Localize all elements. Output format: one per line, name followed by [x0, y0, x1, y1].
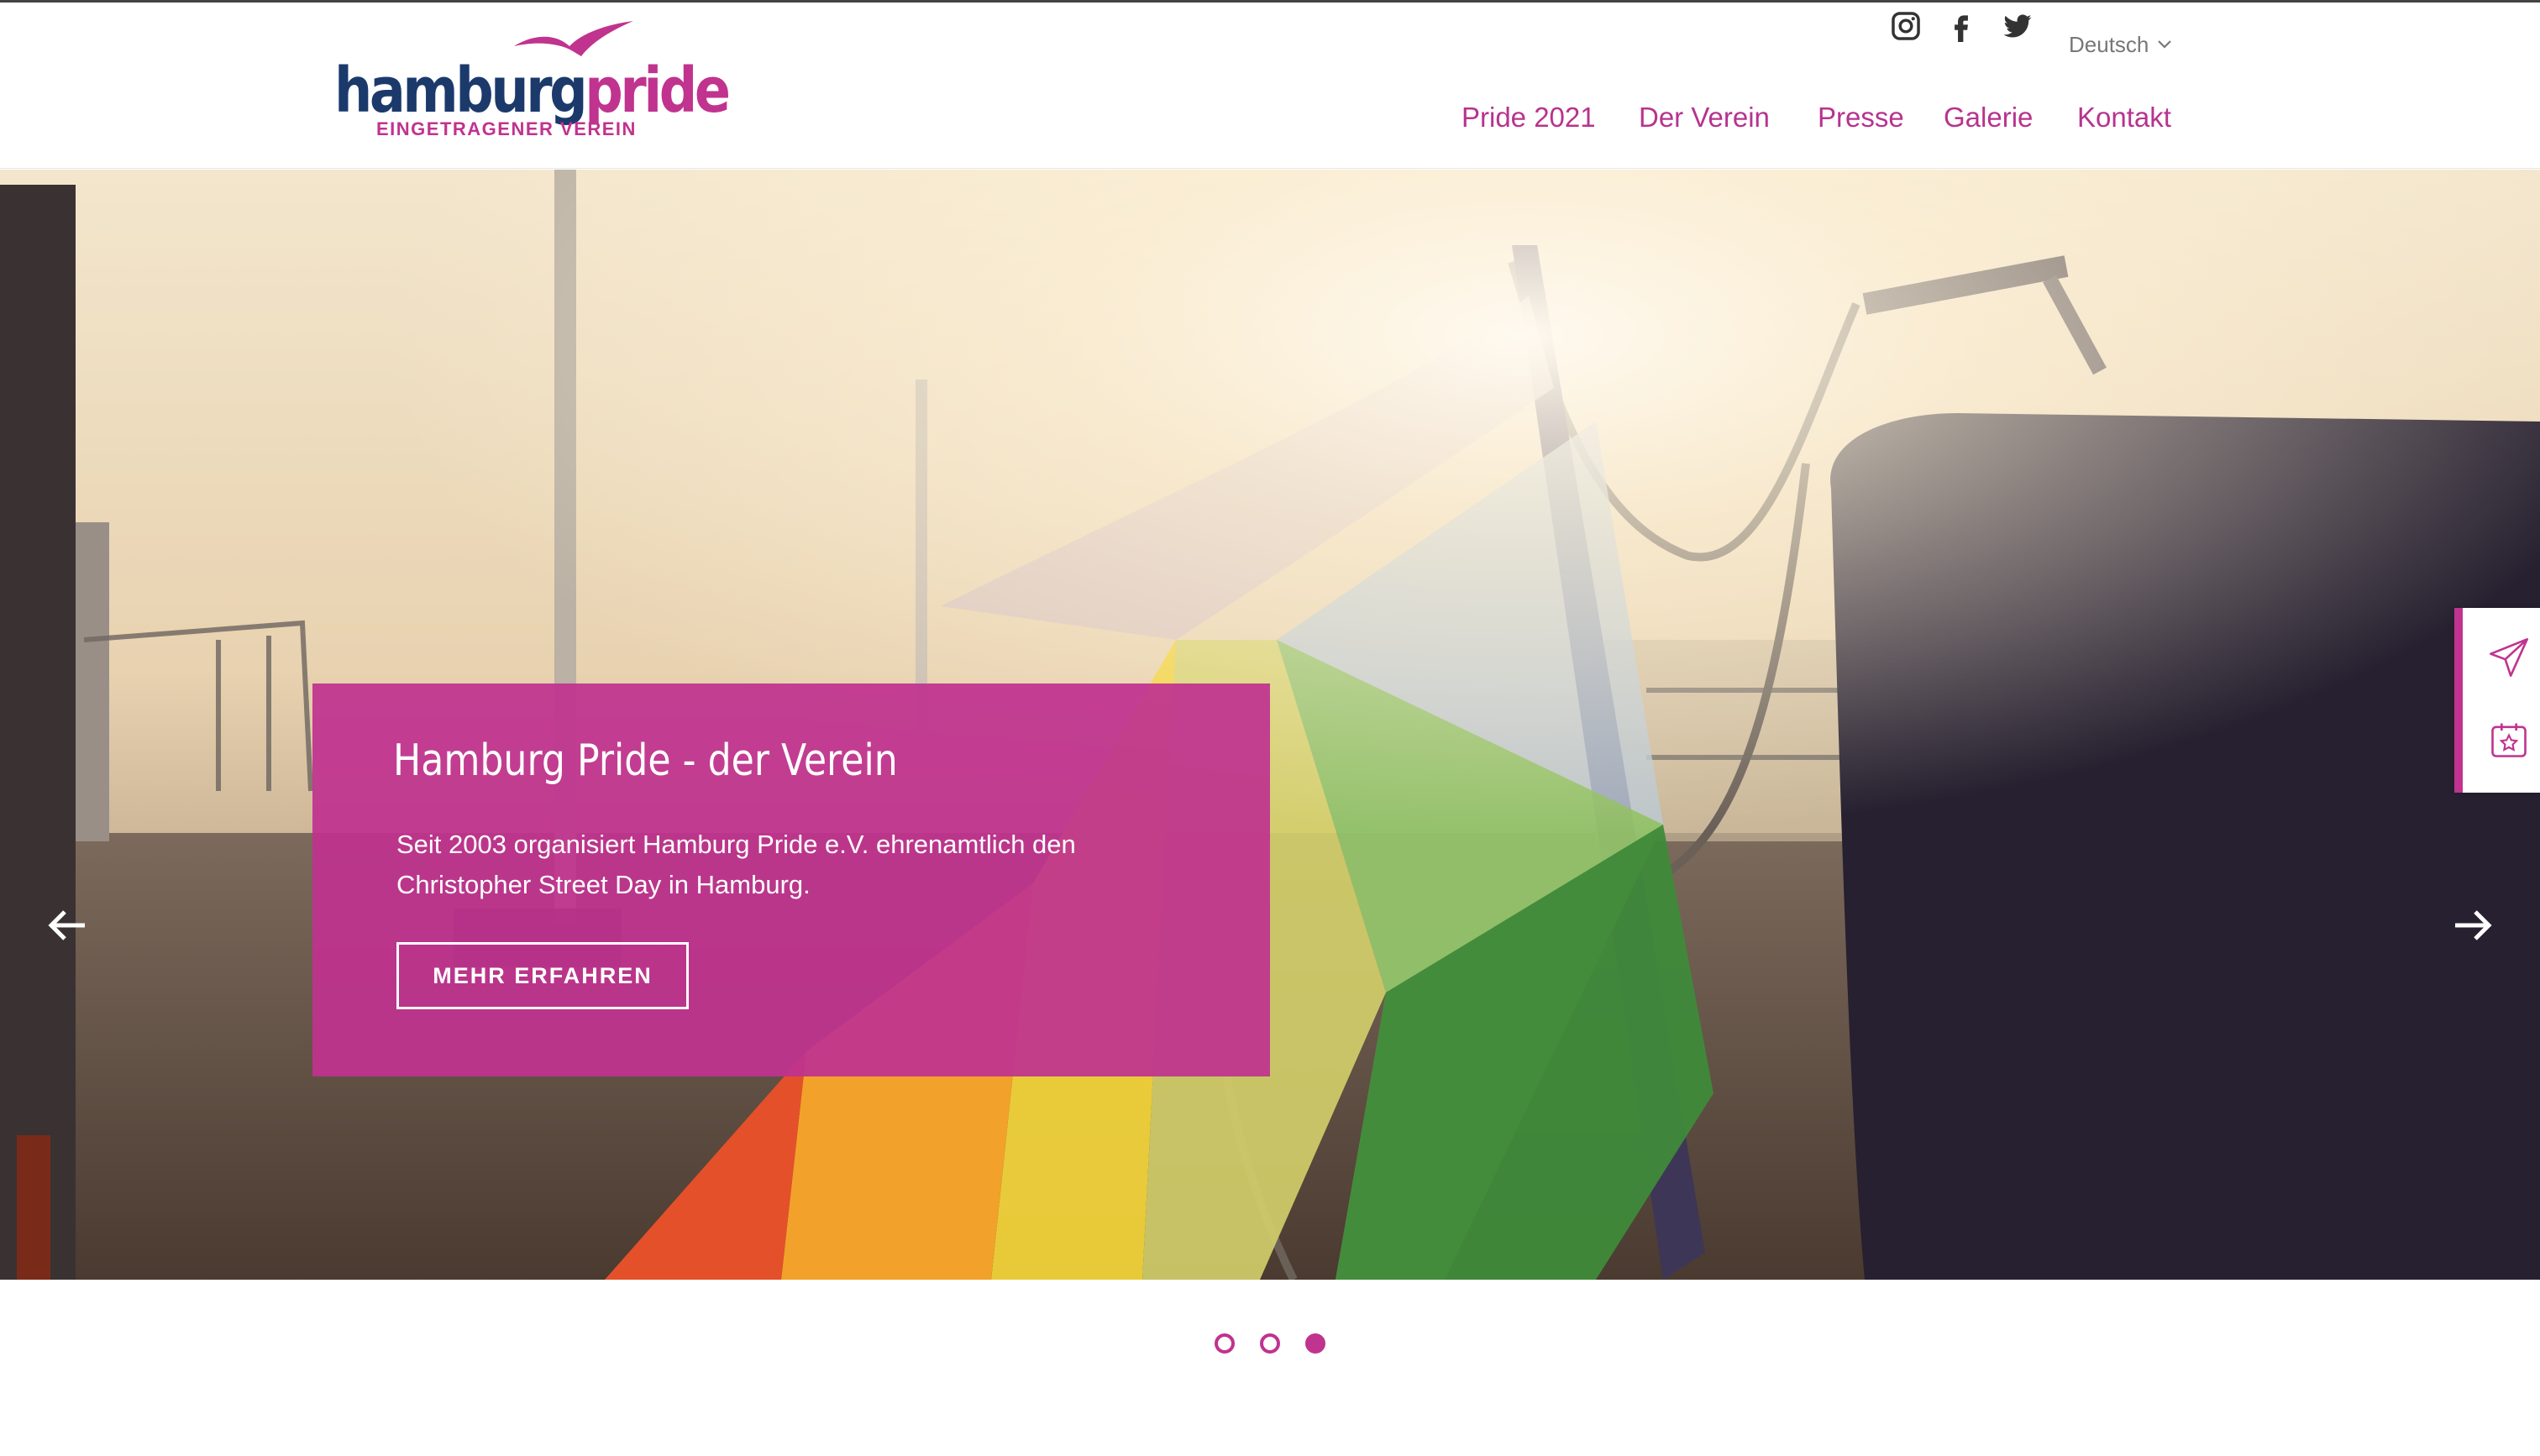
- hero-title: Hamburg Pride - der Verein: [393, 736, 898, 786]
- facebook-icon[interactable]: [1943, 8, 1980, 45]
- slider-prev-button[interactable]: [42, 900, 92, 951]
- language-label: Deutsch: [2069, 31, 2149, 57]
- side-quick-links: [2454, 608, 2540, 793]
- send-icon[interactable]: [2485, 633, 2533, 682]
- mehr-erfahren-button[interactable]: MEHR ERFAHREN: [396, 942, 689, 1009]
- nav-presse[interactable]: Presse: [1818, 102, 1904, 134]
- nav-galerie[interactable]: Galerie: [1944, 102, 2033, 134]
- slider-dot-3[interactable]: [1305, 1333, 1325, 1354]
- language-selector[interactable]: Deutsch: [2069, 26, 2172, 63]
- nav-der-verein[interactable]: Der Verein: [1639, 102, 1770, 134]
- logo-subtitle: EINGETRAGENER VEREIN: [376, 118, 637, 139]
- hero-slider: Hamburg Pride - der Verein Seit 2003 org…: [0, 170, 2540, 1280]
- hamburg-pride-logo[interactable]: hamburgpride EINGETRAGENER VEREIN: [334, 18, 731, 144]
- hero-text: Seit 2003 organisiert Hamburg Pride e.V.…: [396, 830, 1076, 899]
- slider-dot-1[interactable]: [1215, 1333, 1235, 1354]
- twitter-icon[interactable]: [1999, 8, 2036, 45]
- nav-pride-2021[interactable]: Pride 2021: [1462, 102, 1596, 134]
- arrow-right-icon: [2455, 910, 2492, 940]
- arrow-left-icon: [48, 910, 85, 940]
- site-header: hamburgpride EINGETRAGENER VEREIN Deutsc…: [0, 3, 2540, 169]
- instagram-icon[interactable]: [1887, 8, 1924, 45]
- logo-word-pride: pride: [585, 55, 731, 127]
- slider-next-button[interactable]: [2448, 900, 2498, 951]
- chevron-down-icon: [2158, 40, 2172, 49]
- nav-kontakt[interactable]: Kontakt: [2077, 102, 2171, 134]
- calendar-star-icon[interactable]: [2485, 715, 2533, 764]
- slider-pagination: [0, 1333, 2540, 1359]
- logo-word-hamburg: hamburg: [334, 55, 588, 127]
- slider-dot-2[interactable]: [1260, 1333, 1280, 1354]
- hero-caption-box: Hamburg Pride - der Verein Seit 2003 org…: [312, 683, 1270, 1076]
